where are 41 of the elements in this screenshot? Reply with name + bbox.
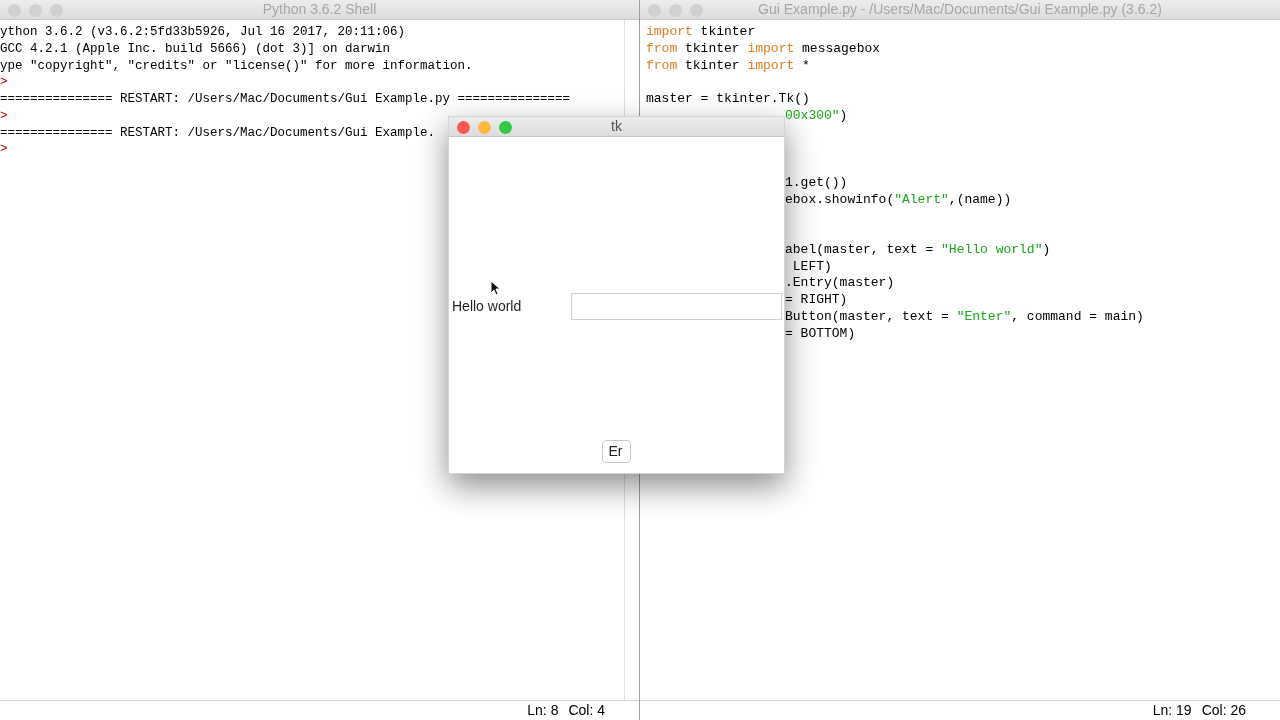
code-line: master = tkinter.Tk() <box>646 91 811 108</box>
code-line: LEFT) <box>791 258 833 276</box>
column-number-label: Col: 26 <box>1201 701 1246 720</box>
code-line: 1.get()) <box>784 174 849 192</box>
text-entry-field[interactable] <box>571 292 782 320</box>
code-line: from tkinter import * <box>646 57 811 75</box>
zoom-button[interactable] <box>690 4 703 17</box>
code-line: = BOTTOM) <box>784 325 857 343</box>
output-line: =============== RESTART: /Users/Mac/Documents/Gui Example. <box>0 124 436 142</box>
code-line: Button(master, text = "Enter", command = main) <box>784 308 1145 326</box>
close-button[interactable] <box>648 4 661 17</box>
enter-button[interactable]: Er <box>602 440 631 463</box>
zoom-button[interactable] <box>50 4 63 17</box>
code-line: = RIGHT) <box>784 292 849 309</box>
line-number-label: Ln: 19 <box>1152 701 1192 720</box>
output-line: ython 3.6.2 (v3.6.2:5fd33b5926, Jul 16 2017, 20:11:06) <box>0 24 406 41</box>
close-button[interactable] <box>457 121 470 134</box>
label-text: Hello world <box>452 296 522 316</box>
close-button[interactable] <box>8 4 21 17</box>
column-number-label: Col: 4 <box>568 701 605 720</box>
window-title: tk <box>611 117 622 136</box>
window-title: Gui Example.py - /Users/Mac/Documents/Gui Example.py (3.6.2) <box>758 0 1162 19</box>
prompt-text: > <box>0 74 8 91</box>
code-line: ebox.showinfo("Alert",(name)) <box>784 191 1013 209</box>
output-line: GCC 4.2.1 (Apple Inc. build 5666) (dot 3)] on darwin <box>0 40 391 58</box>
code-line: .Entry(master) <box>784 275 896 292</box>
window-title: Python 3.6.2 Shell <box>262 0 377 19</box>
code-line: import tkinter <box>646 24 757 41</box>
minimize-button[interactable] <box>29 4 42 17</box>
output-line: =============== RESTART: /Users/Mac/Documents/Gui Example.py =============== <box>0 91 571 108</box>
code-line: from tkinter import messagebox <box>646 40 882 58</box>
output-line: ype "copyright", "credits" or "license()" for more information. <box>0 57 473 75</box>
minimize-button[interactable] <box>669 4 682 17</box>
zoom-button[interactable] <box>499 121 512 134</box>
code-line: 00x300") <box>784 107 849 125</box>
line-number-label: Ln: 8 <box>527 701 559 720</box>
minimize-button[interactable] <box>478 121 491 134</box>
prompt-text: > <box>0 141 8 158</box>
mouse-pointer-icon <box>490 280 500 296</box>
code-line: abel(master, text = "Hello world") <box>784 241 1052 259</box>
prompt-text: > <box>0 107 8 125</box>
